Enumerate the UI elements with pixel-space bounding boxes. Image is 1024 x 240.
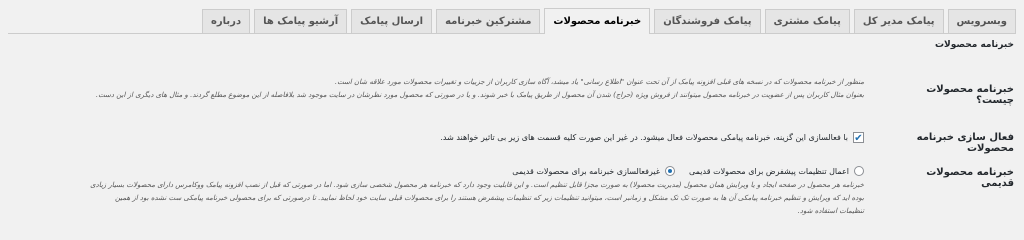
tab-send-sms[interactable]: ارسال پیامک [351, 9, 433, 33]
what-is-desc-line1: منظور از خبرنامه محصولات که در نسخه های … [334, 78, 864, 86]
old-products-radio-group: اعمال تنظیمات پیشفرض برای محصولات قدیمی … [8, 166, 864, 176]
enable-field: ✔ با فعالسازی این گزینه، خبرنامه پیامکی … [8, 132, 864, 144]
what-is-label: خبرنامه محصولات چیست؟ [926, 84, 1014, 106]
what-is-desc-line2: بعنوان مثال کاربران پس از عضویت در خبرنا… [95, 91, 864, 99]
tab-sms-archive[interactable]: آرشیو پیامک ها [254, 9, 348, 33]
tab-vendor-sms[interactable]: پیامک فروشندگان [654, 9, 761, 33]
old-products-radio-disable-label: غیرفعالسازی خبرنامه برای محصولات قدیمی [512, 166, 660, 176]
what-is-description: منظور از خبرنامه محصولات که در نسخه های … [8, 76, 864, 102]
old-products-desc-line1: خبرنامه هر محصول در صفحه ایجاد و یا ویرا… [90, 181, 864, 189]
enable-checkbox-text: با فعالسازی این گزینه، خبرنامه پیامکی مح… [440, 133, 848, 142]
tab-newsletter-subscribers[interactable]: مشترکین خبرنامه [436, 9, 541, 33]
tab-about[interactable]: درباره [202, 9, 251, 33]
old-products-desc-line3: تنظیمات استفاده شود. [797, 207, 864, 215]
old-products-desc-line2: بوده اید که ویرایش و تنظیم خبرنامه پیامک… [114, 194, 864, 202]
tab-admin-sms[interactable]: پیامک مدیر کل [853, 9, 944, 33]
section-title: خبرنامه محصولات [935, 40, 1014, 50]
nav-tabs: وبسرویس پیامک مدیر کل پیامک مشتری پیامک … [8, 7, 1016, 34]
old-products-radio-default[interactable] [854, 166, 864, 176]
tab-product-newsletter[interactable]: خبرنامه محصولات [544, 8, 651, 34]
old-products-radio-default-label: اعمال تنظیمات پیشفرض برای محصولات قدیمی [689, 166, 849, 176]
enable-label: فعال سازی خبرنامه محصولات [916, 132, 1014, 154]
old-products-field: اعمال تنظیمات پیشفرض برای محصولات قدیمی … [8, 166, 864, 218]
tab-webservice[interactable]: وبسرویس [947, 9, 1016, 33]
tab-customer-sms[interactable]: پیامک مشتری [764, 9, 850, 33]
old-products-radio-disable[interactable] [665, 166, 675, 176]
enable-checkbox-row: ✔ با فعالسازی این گزینه، خبرنامه پیامکی … [8, 132, 864, 144]
old-products-label: خبرنامه محصولات قدیمی [926, 167, 1014, 189]
enable-checkbox[interactable]: ✔ [853, 132, 864, 144]
